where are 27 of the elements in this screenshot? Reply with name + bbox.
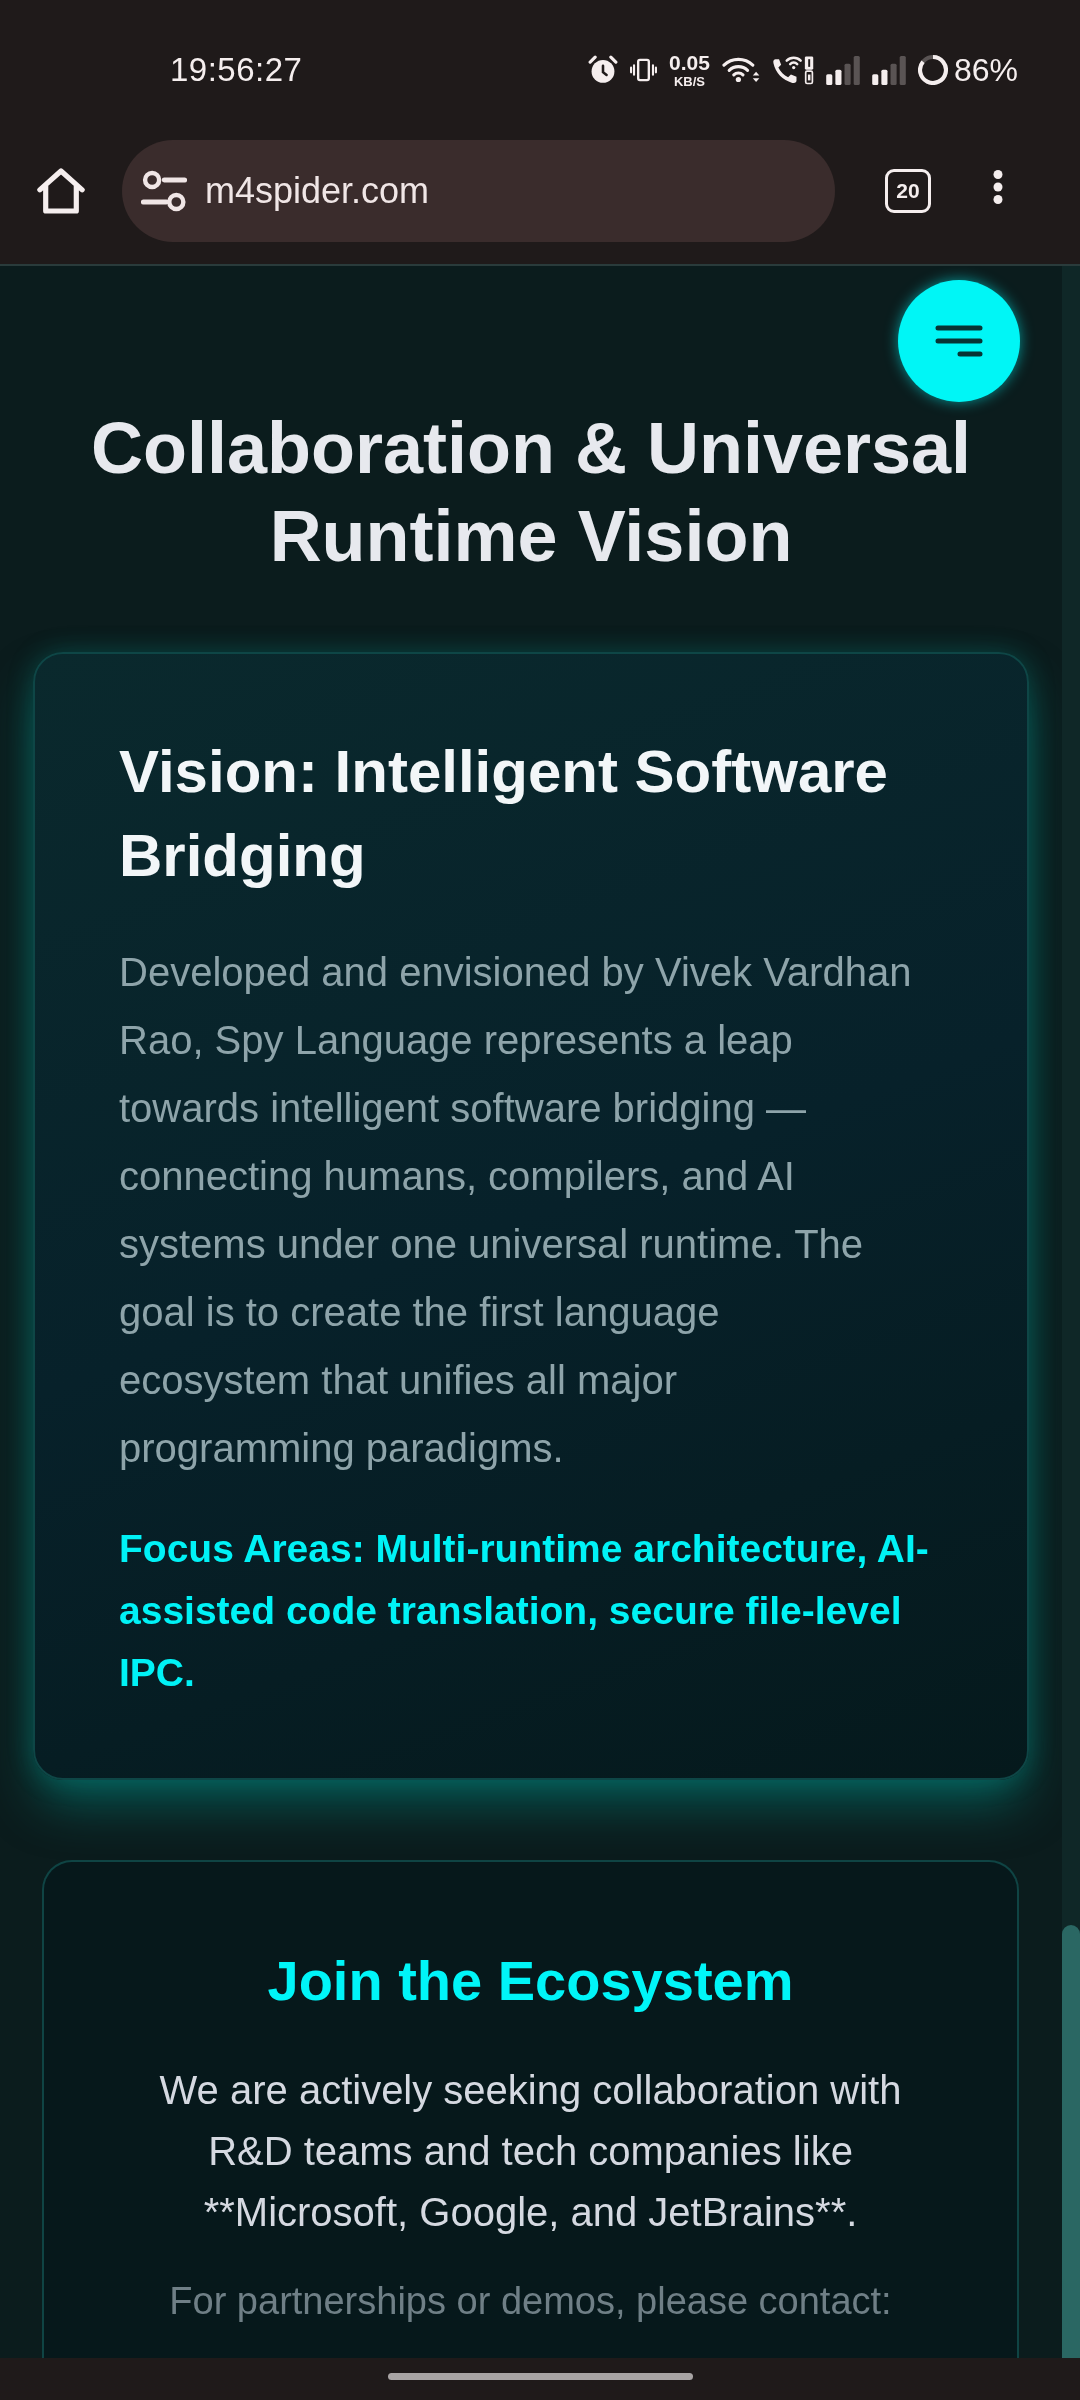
tune-icon [141, 169, 187, 213]
vibrate-icon [630, 58, 658, 82]
collaboration-text: We are actively seeking collaboration with R&D teams and tech companies like **Microsoft, Google, and JetBrains**. [158, 2067, 903, 2236]
card-description: Developed and envisioned by Vivek Vardhan Rao, Spy Language represents a leap towards intelligent software bridging — connecting humans, compilers, and AI systems under one universal runtime. The goal is to create the first language ecosystem that unifies all major programming paradigms. [119, 949, 913, 1472]
battery-ring-icon [917, 55, 948, 85]
alarm-clock-icon [588, 55, 619, 85]
menu-button[interactable] [898, 280, 1020, 402]
join-heading: Join the Ecosystem [266, 1948, 795, 2014]
more-options-icon [993, 169, 1003, 205]
network-speed-unit: KB/S [674, 75, 706, 88]
status-time: 19:56:27 [170, 51, 303, 89]
network-speed-value: 0.05 [669, 52, 710, 73]
contact-text: For partnerships or demos, please contact: [168, 2279, 893, 2324]
wifi-icon [721, 57, 760, 83]
home-icon [37, 168, 85, 214]
home-button[interactable] [36, 167, 86, 215]
focus-areas-text: Focus Areas: Multi-runtime architecture, AI-assisted code translation, secure file-level IPC. [119, 1526, 930, 1696]
section-heading: Collaboration & Universal Runtime Vision [89, 407, 973, 578]
more-options-button[interactable] [993, 169, 1003, 205]
wifi-calling-icon [771, 55, 814, 85]
battery-percent: 86% [953, 51, 1018, 89]
tab-switcher-button[interactable]: 20 [885, 169, 931, 213]
signal-icon [825, 55, 860, 85]
menu-icon [935, 323, 983, 359]
card-title: Vision: Intelligent Software Bridging [119, 737, 889, 891]
signal-icon [871, 55, 906, 85]
address-bar[interactable]: m4spider.com [122, 140, 835, 242]
